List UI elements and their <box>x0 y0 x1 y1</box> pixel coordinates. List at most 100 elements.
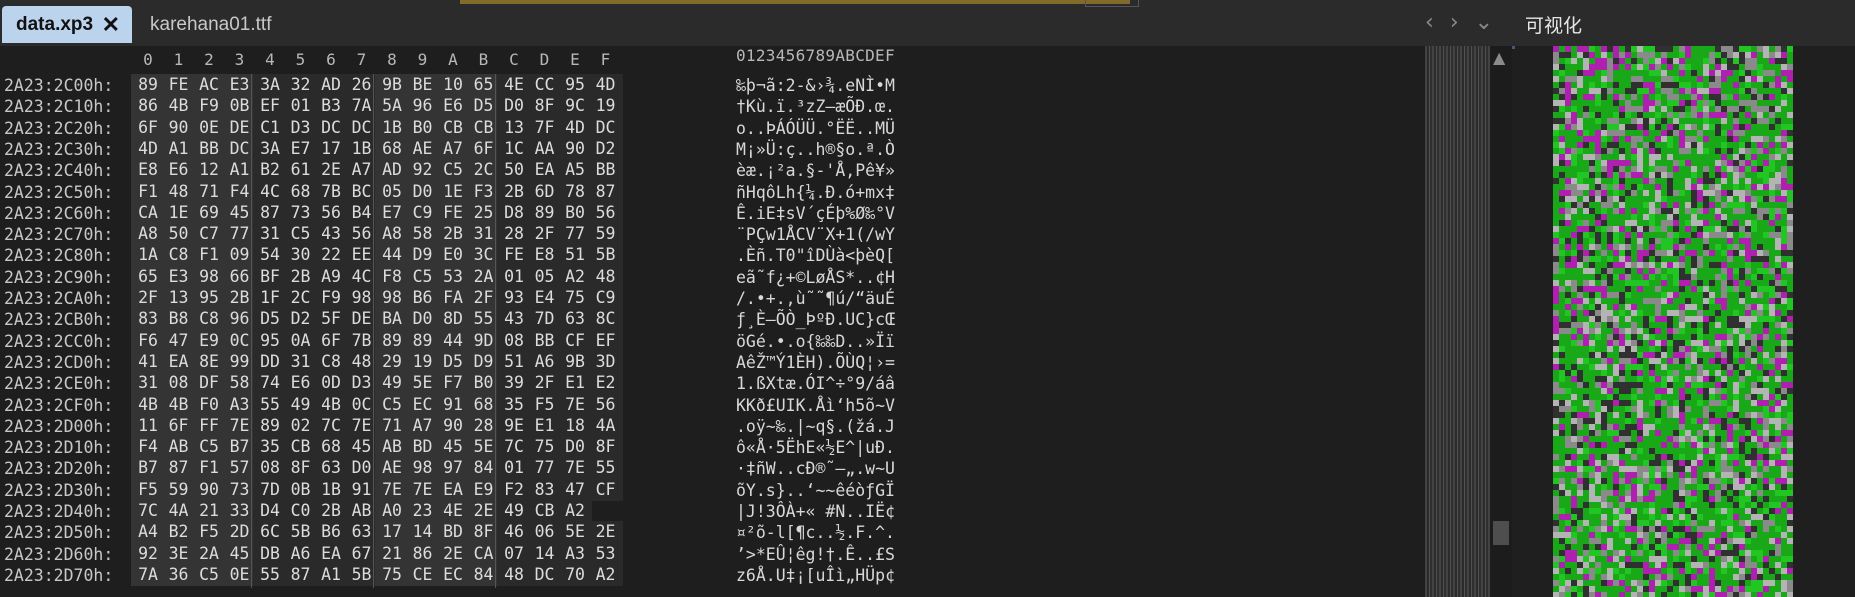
hex-byte[interactable]: 63 <box>558 308 592 331</box>
hex-byte[interactable]: A4 <box>131 521 165 544</box>
hex-byte[interactable]: 7C <box>314 414 348 437</box>
hex-byte[interactable]: 55 <box>253 393 287 416</box>
hex-byte[interactable]: C5 <box>405 265 440 288</box>
hex-byte[interactable]: D0 <box>405 180 440 203</box>
hex-byte[interactable]: 98 <box>192 265 226 288</box>
hex-byte[interactable]: E1 <box>558 372 592 395</box>
hex-byte[interactable]: 53 <box>588 542 623 565</box>
hex-byte[interactable]: 2E <box>588 521 623 544</box>
hex-byte[interactable]: 46 <box>497 521 531 544</box>
hex-byte[interactable]: 2A <box>192 542 226 565</box>
hex-byte[interactable]: 8C <box>588 308 623 331</box>
hex-byte[interactable]: CB <box>436 116 470 139</box>
hex-byte[interactable]: 71 <box>375 414 409 437</box>
ascii-text[interactable]: ¨PÇw1ÅCV¨X+1(/wY <box>736 225 895 244</box>
hex-byte[interactable]: 55 <box>253 563 287 586</box>
hex-byte[interactable]: BD <box>405 436 440 459</box>
hex-byte[interactable]: 4A <box>161 500 196 522</box>
hex-byte[interactable]: D3 <box>283 116 318 139</box>
hex-byte[interactable]: 08 <box>497 329 531 352</box>
hex-byte[interactable]: 87 <box>283 563 318 586</box>
hex-byte[interactable]: 95 <box>558 74 592 96</box>
hex-byte[interactable]: 7C <box>131 500 165 522</box>
hex-minimap[interactable] <box>1425 46 1490 597</box>
hex-byte[interactable]: 4E <box>497 74 531 96</box>
hex-byte[interactable]: E7 <box>283 137 318 160</box>
hex-byte[interactable]: E8 <box>131 159 165 182</box>
hex-byte[interactable]: D0 <box>558 436 592 459</box>
hex-byte[interactable]: 43 <box>497 308 531 331</box>
hex-byte[interactable]: 95 <box>253 329 287 352</box>
hex-byte[interactable]: A6 <box>527 350 562 373</box>
hex-byte[interactable]: 41 <box>131 350 165 373</box>
vertical-scrollbar[interactable]: ▲ <box>1490 46 1512 597</box>
hex-byte[interactable]: 22 <box>314 244 348 267</box>
hex-byte[interactable]: 86 <box>131 95 165 118</box>
hex-byte[interactable]: 9B <box>558 350 592 373</box>
hex-byte[interactable]: F1 <box>192 244 226 267</box>
hex-byte[interactable]: 6F <box>314 329 348 352</box>
hex-byte[interactable]: F5 <box>527 393 562 416</box>
hex-byte[interactable]: BB <box>192 137 226 160</box>
hex-byte[interactable]: 7E <box>375 478 409 501</box>
hex-byte[interactable]: CB <box>527 500 562 522</box>
hex-byte[interactable]: 8E <box>192 350 226 373</box>
chevron-right-icon[interactable]: › <box>1450 10 1459 35</box>
hex-byte[interactable]: D5 <box>436 350 470 373</box>
hex-byte[interactable]: C8 <box>314 350 348 373</box>
hex-byte[interactable]: BB <box>588 159 623 182</box>
hex-byte[interactable]: 86 <box>405 542 440 565</box>
hex-byte[interactable]: A9 <box>314 265 348 288</box>
hex-byte[interactable]: 2F <box>527 372 562 395</box>
hex-byte[interactable]: EA <box>527 159 562 182</box>
hex-byte[interactable]: 2E <box>314 159 348 182</box>
hex-row[interactable]: 2A23:2D70h: 7A 36 C5 0E 55 87 A1 5B 75 CE EC 84 48 DC 7… <box>0 563 940 588</box>
hex-byte[interactable]: 3A <box>253 137 287 160</box>
hex-byte[interactable]: BE <box>405 74 440 96</box>
hex-byte[interactable]: 3E <box>161 542 196 565</box>
hex-byte[interactable]: A2 <box>558 265 592 288</box>
ascii-text[interactable]: ’>*EÛ¦êg!†.Ê..£S <box>736 545 895 564</box>
hex-byte[interactable]: B6 <box>314 521 348 544</box>
hex-byte[interactable]: 56 <box>588 393 623 416</box>
hex-byte[interactable]: A8 <box>131 223 165 246</box>
hex-byte[interactable]: D0 <box>405 308 440 331</box>
ascii-text[interactable]: öGé.•.o{‰‰D..»Ïï <box>736 332 895 351</box>
hex-byte[interactable]: CF <box>558 329 592 352</box>
hex-byte[interactable]: 35 <box>253 436 287 459</box>
hex-byte[interactable]: FE <box>497 244 531 267</box>
hex-byte[interactable]: 3D <box>588 350 623 373</box>
hex-byte[interactable]: 47 <box>558 478 592 501</box>
hex-byte[interactable]: 4B <box>161 95 196 118</box>
hex-byte[interactable]: 36 <box>161 563 196 586</box>
hex-byte[interactable]: 75 <box>375 563 409 586</box>
hex-byte[interactable]: A0 <box>375 500 409 522</box>
hex-byte[interactable]: 5E <box>558 521 592 544</box>
ascii-text[interactable]: 1.ßXtæ.ÓI^÷°9/áâ <box>736 374 895 393</box>
hex-byte[interactable]: 89 <box>253 414 287 437</box>
hex-byte[interactable]: 02 <box>283 414 318 437</box>
ascii-text[interactable]: |J!3ÔÀ+« #N..IË¢ <box>736 502 895 521</box>
hex-byte[interactable]: 83 <box>527 478 562 501</box>
hex-byte[interactable]: 50 <box>161 223 196 246</box>
hex-byte[interactable]: F5 <box>192 521 226 544</box>
hex-byte[interactable]: 77 <box>558 223 592 246</box>
hex-byte[interactable]: 48 <box>161 180 196 203</box>
hex-byte[interactable]: 01 <box>497 457 531 480</box>
hex-byte[interactable]: B7 <box>131 457 165 480</box>
hex-byte[interactable]: 51 <box>497 350 531 373</box>
hex-byte[interactable]: 92 <box>131 542 165 565</box>
hex-byte[interactable]: 5A <box>375 95 409 118</box>
hex-byte[interactable]: 10 <box>436 74 470 96</box>
hex-byte[interactable]: F4 <box>131 436 165 459</box>
hex-byte[interactable]: F6 <box>131 329 165 352</box>
hex-byte[interactable]: 1B <box>375 116 409 139</box>
hex-byte[interactable]: EA <box>436 478 470 501</box>
hex-byte[interactable]: 59 <box>588 223 623 246</box>
hex-byte[interactable]: 2F <box>527 223 562 246</box>
tab-karehana01-ttf[interactable]: karehana01.ttf <box>150 6 271 43</box>
hex-byte[interactable]: EF <box>253 95 287 118</box>
hex-byte[interactable]: B2 <box>253 159 287 182</box>
hex-byte[interactable]: 44 <box>436 329 470 352</box>
hex-byte[interactable]: 49 <box>497 500 531 522</box>
